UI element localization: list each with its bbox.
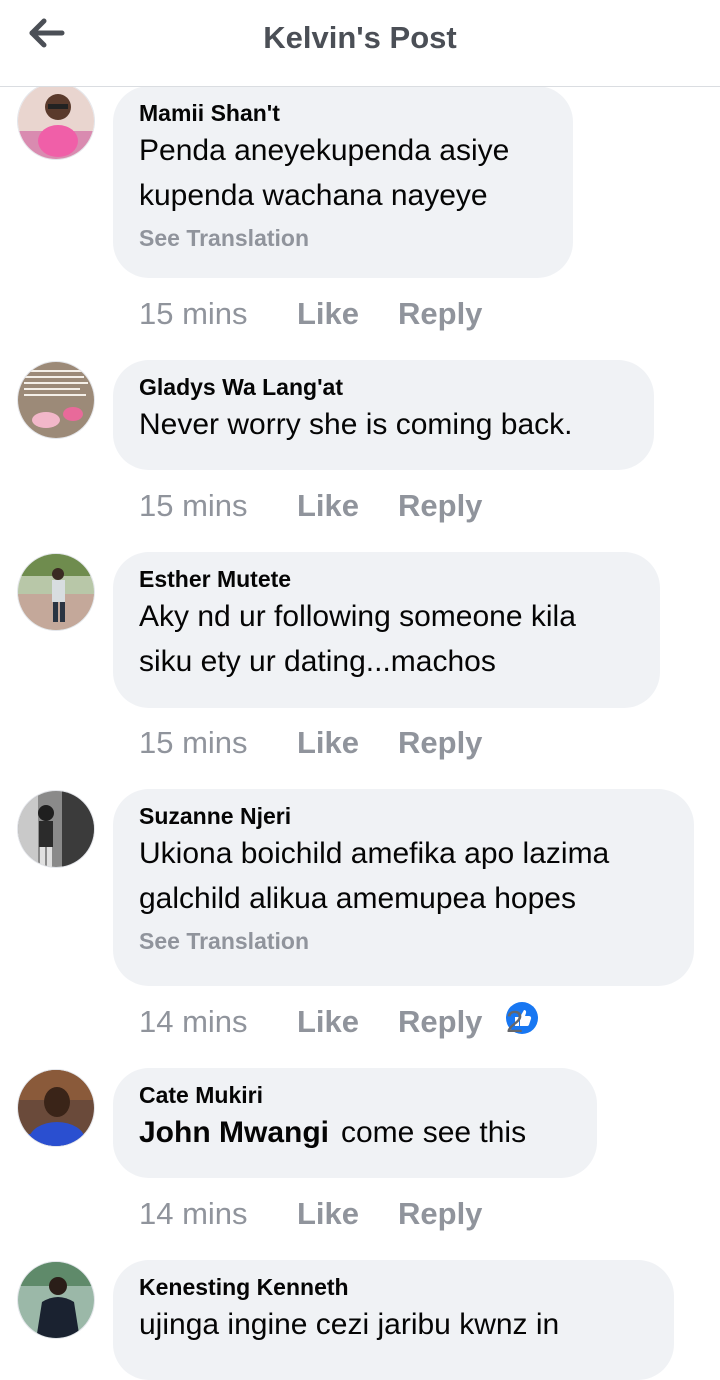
comment-author[interactable]: Mamii Shan't <box>139 98 547 128</box>
comment-author[interactable]: Suzanne Njeri <box>139 801 668 831</box>
avatar[interactable] <box>17 1069 95 1147</box>
comment-text: ujinga ingine cezi jaribu kwnz in <box>139 1308 560 1341</box>
comment-bubble: Kenesting Kenneth ujinga ingine cezi jar… <box>113 1260 674 1380</box>
comment-author[interactable]: Cate Mukiri <box>139 1080 571 1110</box>
comment-text: John Mwangi come see this <box>139 1110 571 1155</box>
avatar-photo <box>18 83 94 159</box>
comment-text: Ukiona boichild amefika apo lazima galch… <box>139 837 610 915</box>
like-button[interactable]: Like <box>297 723 359 763</box>
comment-author[interactable]: Gladys Wa Lang'at <box>139 372 628 402</box>
like-button[interactable]: Like <box>297 486 359 526</box>
comment-timestamp: 15 mins <box>139 296 248 331</box>
like-button[interactable]: Like <box>297 1194 359 1234</box>
comment-bubble: Cate Mukiri John Mwangi come see this <box>113 1068 597 1178</box>
comment-bubble: Mamii Shan't Penda aneyekupenda asiye ku… <box>113 86 573 278</box>
avatar[interactable] <box>17 361 95 439</box>
avatar[interactable] <box>17 790 95 868</box>
avatar[interactable] <box>17 553 95 631</box>
mention-link[interactable]: John Mwangi <box>139 1116 329 1149</box>
comment-list: Mamii Shan't Penda aneyekupenda asiye ku… <box>0 0 720 1380</box>
like-button[interactable]: Like <box>297 1002 359 1042</box>
avatar[interactable] <box>17 82 95 160</box>
reaction-summary[interactable]: 2 <box>506 1002 552 1039</box>
reply-button[interactable]: Reply <box>398 294 482 334</box>
comment-author[interactable]: Esther Mutete <box>139 564 634 594</box>
comment-timestamp: 15 mins <box>139 725 248 760</box>
reaction-count: 2 <box>506 1004 524 1039</box>
comment-bubble: Esther Mutete Aky nd ur following someon… <box>113 552 660 708</box>
comment-text: Never worry she is coming back. <box>139 408 573 441</box>
reply-button[interactable]: Reply <box>398 1194 482 1234</box>
comment-author[interactable]: Kenesting Kenneth <box>139 1272 648 1302</box>
avatar[interactable] <box>17 1261 95 1339</box>
reply-button[interactable]: Reply <box>398 486 482 526</box>
comment-timestamp: 14 mins <box>139 1196 248 1231</box>
avatar-photo <box>18 362 94 438</box>
avatar-photo <box>18 1070 94 1146</box>
comment-text: Aky nd ur following someone kila siku et… <box>139 600 576 678</box>
reply-button[interactable]: Reply <box>398 1002 482 1042</box>
comment-bubble: Gladys Wa Lang'at Never worry she is com… <box>113 360 654 470</box>
comment-text-body: come see this <box>341 1116 527 1149</box>
comment-bubble: Suzanne Njeri Ukiona boichild amefika ap… <box>113 789 694 986</box>
comment-text: Penda aneyekupenda asiye kupenda wachana… <box>139 134 510 212</box>
avatar-photo <box>18 791 94 867</box>
comment-timestamp: 14 mins <box>139 1004 248 1039</box>
reply-button[interactable]: Reply <box>398 723 482 763</box>
top-bar: Kelvin's Post <box>0 0 720 87</box>
page-title: Kelvin's Post <box>263 20 457 55</box>
avatar-photo <box>18 554 94 630</box>
see-translation-link[interactable]: See Translation <box>139 220 547 256</box>
see-translation-link[interactable]: See Translation <box>139 923 668 959</box>
like-button[interactable]: Like <box>297 294 359 334</box>
comment-timestamp: 15 mins <box>139 488 248 523</box>
avatar-photo <box>18 1262 94 1338</box>
comment-actions: 14 mins Like Reply 2 <box>139 1002 699 1042</box>
